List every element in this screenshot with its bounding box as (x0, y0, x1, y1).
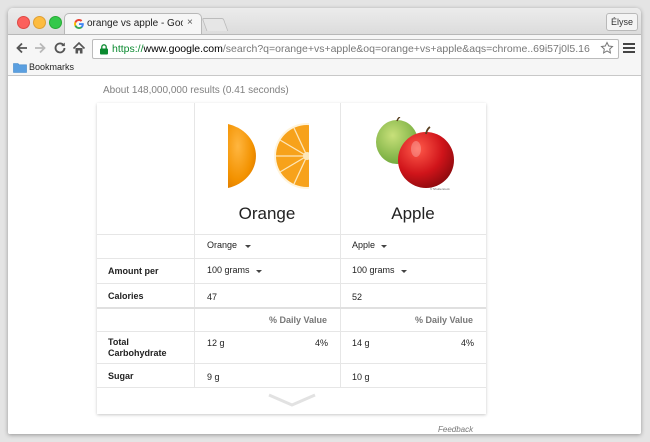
minimize-window-button[interactable] (33, 16, 46, 29)
carb-daily-value-apple: 4% (461, 338, 475, 348)
profile-button[interactable]: Élyse (606, 13, 638, 31)
close-window-button[interactable] (17, 16, 30, 29)
sugar-orange: 9 g (207, 372, 220, 382)
url-path: /search?q=orange+vs+apple&oq=orange+vs+a… (222, 43, 590, 55)
caret-down-icon (256, 270, 262, 273)
row-divider (97, 363, 486, 364)
amount-select-apple-label: 100 grams (352, 265, 395, 275)
column-divider (340, 103, 341, 388)
daily-value-header-apple: % Daily Value (415, 315, 474, 325)
row-label-amount-per: Amount per (108, 266, 159, 276)
forward-arrow-icon[interactable] (32, 40, 48, 56)
amount-select-orange[interactable]: 100 grams (203, 263, 273, 277)
google-g-icon (74, 19, 84, 29)
bookmark-star-icon[interactable] (600, 41, 614, 55)
fruit-name-orange: Orange (238, 204, 296, 223)
amount-select-apple[interactable]: 100 grams (349, 263, 419, 277)
caret-down-icon (381, 245, 387, 248)
row-divider (97, 331, 486, 332)
caret-down-icon (401, 270, 407, 273)
toolbar: https://www.google.com/search?q=orange+v… (8, 34, 641, 62)
new-tab-button[interactable] (201, 18, 229, 31)
orange-image (228, 123, 309, 189)
hamburger-menu-icon[interactable] (623, 42, 635, 54)
tab-close-icon[interactable]: × (187, 17, 193, 28)
page-content: About 148,000,000 results (0.41 seconds) (8, 76, 641, 434)
address-bar[interactable]: https://www.google.com/search?q=orange+v… (92, 39, 619, 59)
fruit-select-orange-label: Orange (207, 240, 238, 250)
row-divider (97, 258, 486, 259)
folder-icon (13, 63, 27, 73)
back-arrow-icon[interactable] (14, 40, 30, 56)
carb-amount-apple: 14 g (352, 338, 370, 348)
row-divider (97, 387, 486, 388)
column-divider (194, 103, 195, 388)
carb-daily-value-orange: 4% (315, 338, 329, 348)
url-host: www.google.com (143, 43, 223, 55)
fruit-select-orange[interactable]: Orange (203, 238, 263, 252)
row-divider (97, 283, 486, 284)
feedback-link[interactable]: Feedback (438, 425, 473, 434)
expand-chevron-down-icon[interactable] (267, 392, 317, 408)
tab-strip: orange vs apple - Google Search × Élyse (8, 8, 641, 35)
carb-amount-orange: 12 g (207, 338, 225, 348)
image-credit: © Shutterstock (430, 187, 450, 191)
calories-apple: 52 (352, 292, 363, 302)
bookmarks-folder[interactable]: Bookmarks (29, 62, 74, 72)
fruit-select-apple-label: Apple (352, 240, 376, 250)
tab-google-search[interactable]: orange vs apple - Google Search × (64, 13, 202, 35)
url-scheme: https:// (112, 43, 144, 55)
nutrition-comparison-card: Orange © Shutterstock Apple Orange Apple… (97, 103, 486, 414)
tab-title: orange vs apple - Google Search (87, 18, 183, 29)
row-label-total: Total (108, 337, 129, 347)
calories-orange: 47 (207, 292, 218, 302)
results-stats: About 148,000,000 results (0.41 seconds) (103, 85, 289, 96)
sugar-apple: 10 g (352, 372, 370, 382)
bookmarks-bar: Bookmarks (8, 61, 641, 76)
fruit-select-apple[interactable]: Apple (349, 238, 409, 252)
url-text: https://www.google.com/search?q=orange+v… (112, 43, 590, 55)
apple-image (376, 117, 454, 188)
row-divider (97, 234, 486, 235)
browser-window: orange vs apple - Google Search × Élyse … (8, 8, 641, 434)
fruit-name-apple: Apple (391, 204, 435, 223)
zoom-window-button[interactable] (49, 16, 62, 29)
home-icon[interactable] (71, 40, 87, 56)
row-label-carbohydrate: Carbohydrate (108, 348, 167, 358)
lock-icon (100, 44, 108, 55)
amount-select-orange-label: 100 grams (207, 265, 250, 275)
reload-icon[interactable] (52, 40, 68, 56)
caret-down-icon (245, 245, 251, 248)
row-label-sugar: Sugar (108, 371, 134, 381)
row-label-calories: Calories (108, 291, 144, 301)
row-divider (97, 307, 486, 309)
row-label-total-carbohydrate: Total Carbohydrate (108, 337, 167, 359)
daily-value-header-orange: % Daily Value (269, 315, 328, 325)
